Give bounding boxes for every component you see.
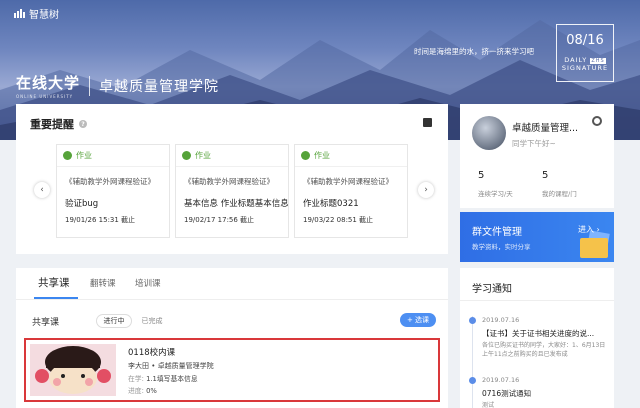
notice-title: 学习通知 <box>472 284 512 295</box>
task-card[interactable]: 作业 《辅助教学外网课程验证》 基本信息 作业标题基本信息 19/02/17 1… <box>175 144 289 238</box>
signature-line1: DAILY <box>564 56 588 64</box>
logo-text: 智慧树 <box>29 10 59 21</box>
brand-main: 在线大学 <box>16 74 81 92</box>
tab-shared[interactable]: 共享课 <box>38 275 70 290</box>
signature-line2: SIGNATURE <box>561 64 609 72</box>
filter-completed[interactable]: 已完成 <box>134 314 170 328</box>
prev-arrow-icon[interactable]: ‹ <box>34 182 50 198</box>
course-teacher: 李大田 • 卓越质量管理学院 <box>128 362 214 370</box>
folder-icon <box>580 238 608 258</box>
avatar[interactable] <box>472 116 506 150</box>
section-label: 共享课 <box>32 318 60 328</box>
progress-label: 进度: <box>128 387 144 395</box>
course-count-label: 我的课程/门 <box>542 190 577 198</box>
tab-flipped[interactable]: 翻转课 <box>90 277 116 289</box>
notice-panel: 学习通知 2019.07.16 【证书】关于证书相关进度的说... 各位已购买证… <box>460 268 614 408</box>
task-type: 作业 <box>314 151 330 160</box>
calendar-icon[interactable] <box>423 118 432 127</box>
course-item[interactable]: 0118校内课 李大田 • 卓越质量管理学院 在学: 1.1填写基本信息 进度:… <box>24 338 440 402</box>
learning-label: 在学: <box>128 375 144 383</box>
notice-date: 2019.07.16 <box>482 376 520 384</box>
task-deadline: 19/01/26 15:31 截止 <box>65 216 136 224</box>
task-card[interactable]: 作业 《辅助教学外网课程验证》 验证bug 19/01/26 15:31 截止 <box>56 144 170 238</box>
greeting: 同学下午好~ <box>512 139 556 148</box>
courses-panel: 共享课 翻转课 培训课 共享课 进行中 已完成 + 选课 0118校内课 李大田… <box>16 268 448 408</box>
divider <box>460 300 614 301</box>
settings-gear-icon[interactable] <box>592 116 602 126</box>
group-files-title: 群文件管理 <box>472 227 522 238</box>
learning-value: 1.1填写基本信息 <box>146 375 198 383</box>
notice-item-body: 各位已购买证书的同学，大家好：1、6月13日上午11点之前购买的且已发布成 <box>482 342 606 358</box>
help-icon[interactable]: ? <box>79 120 87 128</box>
add-course-button[interactable]: + 选课 <box>400 313 436 327</box>
task-name: 基本信息 作业标题基本信息 <box>184 199 288 209</box>
course-name: 0118校内课 <box>128 348 176 358</box>
timeline-dot <box>469 317 476 324</box>
streak-label: 连续学习/天 <box>478 190 513 198</box>
reminder-title: 重要提醒 <box>30 118 74 131</box>
brand: 在线大学 ONLINE UNIVERSITY 卓越质量管理学院 <box>16 72 219 99</box>
assignment-icon <box>182 151 191 160</box>
streak-value: 5 <box>478 170 485 181</box>
next-arrow-icon[interactable]: › <box>418 182 434 198</box>
task-course: 《辅助教学外网课程验证》 <box>65 177 155 186</box>
task-deadline: 19/02/17 17:56 截止 <box>184 216 255 224</box>
group-files-banner[interactable]: 群文件管理 教学资料，实时分享 进入 › <box>460 212 614 262</box>
cartoon-face-icon <box>30 344 116 396</box>
task-course: 《辅助教学外网课程验证》 <box>303 177 393 186</box>
brand-sub: ONLINE UNIVERSITY <box>16 94 74 99</box>
timeline-line <box>472 316 473 408</box>
course-tabs: 共享课 翻转课 培训课 <box>16 268 448 300</box>
active-tab-indicator <box>34 297 78 299</box>
notice-item-body: 测试 <box>482 402 495 408</box>
brand-divider <box>89 75 91 96</box>
course-count-value: 5 <box>542 170 549 181</box>
filter-in-progress[interactable]: 进行中 <box>96 314 132 328</box>
motto: 时间是海绵里的水，挤一挤来学习吧 <box>414 47 534 56</box>
task-card[interactable]: 作业 《辅助教学外网课程验证》 作业标题0321 19/03/22 08:51 … <box>294 144 408 238</box>
site-logo[interactable]: 智慧树 <box>14 6 59 21</box>
timeline-dot <box>469 377 476 384</box>
progress-value: 0% <box>146 387 157 395</box>
task-type: 作业 <box>76 151 92 160</box>
task-course: 《辅助教学外网课程验证》 <box>184 177 274 186</box>
task-name: 验证bug <box>65 199 99 209</box>
logo-icon <box>14 9 25 18</box>
course-cover-image <box>30 344 116 396</box>
daily-signature[interactable]: 08/16 DAILY ZHS SIGNATURE <box>556 24 614 82</box>
task-name: 作业标题0321 <box>303 199 359 209</box>
signature-date: 08/16 <box>566 33 604 48</box>
notice-date: 2019.07.16 <box>482 316 520 324</box>
profile-name: 卓越质量管理... <box>512 123 579 134</box>
tab-training[interactable]: 培训课 <box>135 277 161 289</box>
school-name: 卓越质量管理学院 <box>99 78 220 95</box>
notice-item-title[interactable]: 0716测试通知 <box>482 388 608 399</box>
task-deadline: 19/03/22 08:51 截止 <box>303 216 374 224</box>
task-type: 作业 <box>195 151 211 160</box>
profile-card: 卓越质量管理... 同学下午好~ 5 连续学习/天 5 我的课程/门 <box>460 104 614 208</box>
assignment-icon <box>301 151 310 160</box>
assignment-icon <box>63 151 72 160</box>
enter-link[interactable]: 进入 › <box>578 224 600 235</box>
group-files-subtitle: 教学资料，实时分享 <box>472 243 531 251</box>
notice-item-title[interactable]: 【证书】关于证书相关进度的说... <box>482 328 608 339</box>
